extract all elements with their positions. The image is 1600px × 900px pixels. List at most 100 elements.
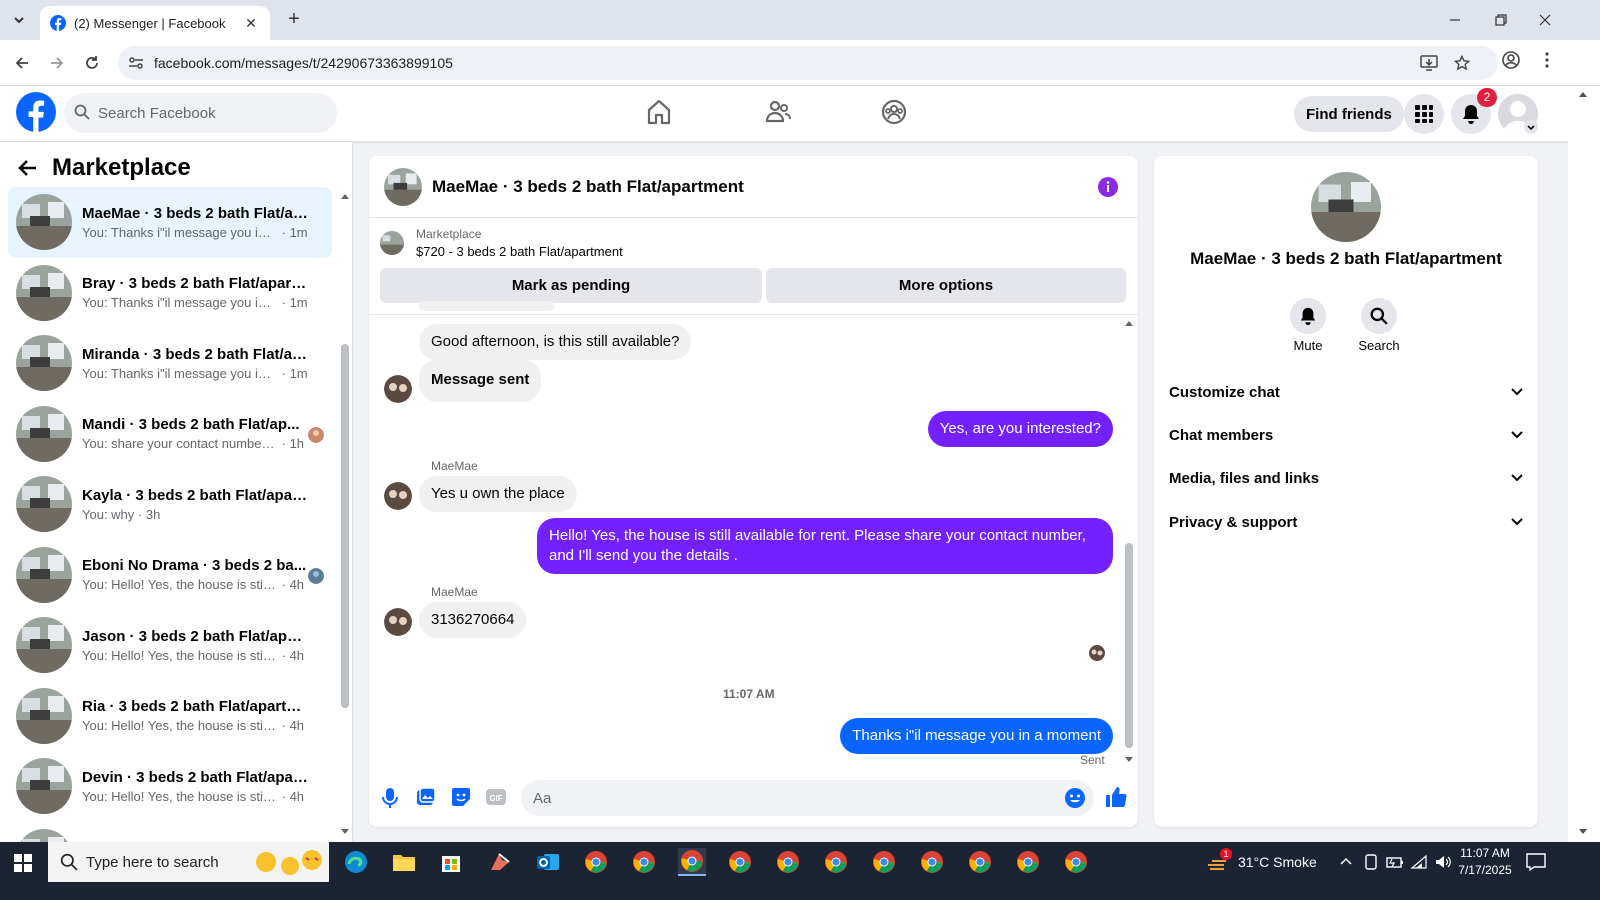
page-scrollbar-track[interactable] (1568, 86, 1600, 842)
volume-icon[interactable] (1434, 854, 1452, 870)
tray-chevron-up-icon[interactable] (1340, 856, 1352, 866)
microphone-icon[interactable] (382, 787, 398, 809)
battery-icon[interactable] (1386, 855, 1404, 869)
chat-profile-picture[interactable] (1311, 172, 1381, 242)
taskbar-clock[interactable]: 11:07 AM 7/17/2025 (1452, 845, 1518, 879)
notification-center-icon[interactable] (1526, 853, 1546, 871)
message-bubble-incoming: Yes u own the place (419, 476, 577, 512)
listing-price-title[interactable]: $720 - 3 beds 2 bath Flat/apartment (416, 244, 623, 259)
privacy-support-item[interactable]: Privacy & support (1169, 504, 1523, 540)
conversation-list-scrollbar[interactable] (341, 344, 349, 708)
browser-profile-icon[interactable] (1502, 51, 1520, 69)
chrome-taskbar-icon[interactable] (630, 848, 658, 876)
reload-button[interactable] (80, 51, 104, 75)
conversation-item[interactable]: MaeMae · 3 beds 2 bath Flat/ap... You: Th… (8, 187, 332, 258)
chrome-taskbar-icon[interactable] (582, 848, 610, 876)
restore-button[interactable] (1478, 0, 1524, 40)
read-receipt-avatar (1089, 645, 1105, 661)
scroll-down-icon[interactable] (1124, 756, 1134, 764)
chrome-taskbar-icon[interactable] (870, 848, 898, 876)
message-bubble-outgoing: Thanks i"il message you in a moment (840, 718, 1113, 754)
menu-button[interactable] (1404, 94, 1444, 134)
chrome-taskbar-icon[interactable] (774, 848, 802, 876)
chrome-taskbar-icon[interactable] (1062, 848, 1090, 876)
conversation-preview: You: Hello! Yes, the house is still av..… (82, 718, 278, 734)
search-placeholder: Search Facebook (98, 104, 216, 122)
chat-avatar[interactable] (384, 167, 422, 206)
back-arrow-icon[interactable] (18, 158, 38, 178)
search-icon (74, 104, 90, 120)
chrome-taskbar-icon[interactable] (726, 848, 754, 876)
scroll-up-icon[interactable] (1124, 319, 1134, 327)
outlook-taskbar-icon[interactable] (534, 848, 562, 876)
sender-avatar[interactable] (384, 375, 412, 403)
conversation-item[interactable]: Ria · 3 beds 2 bath Flat/apartment You: H… (8, 681, 332, 752)
forward-button[interactable] (45, 51, 69, 75)
more-options-button[interactable]: More options (766, 268, 1126, 303)
chat-title[interactable]: MaeMae · 3 beds 2 bath Flat/apartment (432, 177, 744, 197)
sender-avatar[interactable] (384, 608, 412, 636)
back-button[interactable] (10, 51, 34, 75)
scroll-down-icon[interactable] (340, 828, 350, 836)
home-icon[interactable] (646, 98, 672, 126)
tab-close-icon[interactable]: ✕ (242, 15, 260, 32)
chrome-taskbar-icon[interactable] (966, 848, 994, 876)
chat-info-panel: MaeMae · 3 beds 2 bath Flat/apartment Mu… (1154, 156, 1538, 827)
info-icon[interactable] (1098, 177, 1118, 197)
conversation-item[interactable]: Jason · 3 beds 2 bath Flat/apart... You: … (8, 610, 332, 681)
search-action[interactable]: Search (1344, 298, 1414, 353)
device-icon[interactable] (1364, 854, 1378, 870)
scroll-up-icon[interactable] (340, 192, 350, 200)
file-explorer-taskbar-icon[interactable] (390, 848, 418, 876)
photo-icon[interactable] (416, 787, 436, 807)
gif-icon[interactable]: GIF (486, 787, 506, 807)
find-friends-button[interactable]: Find friends (1294, 96, 1404, 132)
sticker-icon[interactable] (451, 787, 471, 807)
bell-icon (1463, 105, 1479, 124)
chevron-down-icon (1511, 431, 1523, 439)
weather-widget[interactable]: 1 31°C Smoke (1206, 842, 1317, 882)
facebook-search-input[interactable]: Search Facebook (64, 93, 337, 133)
conversation-item[interactable]: Mandi · 3 beds 2 bath Flat/ap... You: sha… (8, 399, 332, 470)
emoji-icon[interactable] (1064, 787, 1086, 809)
minimize-button[interactable] (1432, 0, 1478, 40)
search-label: Search (1358, 338, 1400, 353)
conversation-item[interactable]: Bray · 3 beds 2 bath Flat/apartm... You: … (8, 258, 332, 329)
edge-taskbar-icon[interactable] (342, 848, 370, 876)
wifi-icon[interactable] (1410, 854, 1428, 870)
groups-icon[interactable] (880, 98, 908, 126)
taskbar-search-input[interactable]: Type here to search (48, 842, 329, 882)
sender-avatar[interactable] (384, 482, 412, 510)
windows-start-icon[interactable] (14, 854, 32, 872)
conversation-item[interactable]: Eboni No Drama · 3 beds 2 ba... You: Hell… (8, 540, 332, 611)
conversation-item[interactable] (8, 822, 332, 842)
browser-menu-icon[interactable] (1540, 51, 1554, 69)
chat-scrollbar[interactable] (1125, 543, 1133, 748)
chrome-taskbar-icon[interactable] (1014, 848, 1042, 876)
friends-icon[interactable] (764, 98, 792, 126)
customize-chat-item[interactable]: Customize chat (1169, 374, 1523, 410)
facebook-logo-icon[interactable] (16, 92, 56, 132)
mark-as-pending-button[interactable]: Mark as pending (380, 268, 762, 303)
tab-search-dropdown[interactable] (8, 9, 30, 31)
close-window-button[interactable] (1522, 0, 1568, 40)
like-thumb-icon[interactable] (1105, 786, 1127, 808)
chrome-taskbar-icon[interactable] (822, 848, 850, 876)
conversation-item[interactable]: Devin · 3 beds 2 bath Flat/apart... You: … (8, 751, 332, 822)
account-chevron-icon[interactable] (1524, 120, 1538, 134)
chrome-taskbar-icon-active[interactable] (678, 848, 706, 876)
seen-avatar (308, 567, 324, 584)
conversation-item[interactable]: Kayla · 3 beds 2 bath Flat/apart... You: … (8, 469, 332, 540)
chat-members-item[interactable]: Chat members (1169, 417, 1523, 453)
address-bar[interactable]: facebook.com/messages/t/2429067336389910… (118, 46, 1498, 80)
chrome-taskbar-icon[interactable] (918, 848, 946, 876)
mute-action[interactable]: Mute (1273, 298, 1343, 353)
media-files-links-item[interactable]: Media, files and links (1169, 460, 1523, 496)
conversation-item[interactable]: Miranda · 3 beds 2 bath Flat/apa... You: … (8, 328, 332, 399)
conversation-preview: You: Hello! Yes, the house is still av..… (82, 647, 278, 663)
browser-tab-messenger[interactable]: (2) Messenger | Facebook ✕ (40, 6, 270, 40)
message-input[interactable]: Aa (521, 780, 1094, 816)
app-taskbar-icon[interactable] (486, 848, 514, 876)
store-taskbar-icon[interactable] (437, 848, 465, 876)
new-tab-button[interactable]: + (282, 8, 306, 32)
